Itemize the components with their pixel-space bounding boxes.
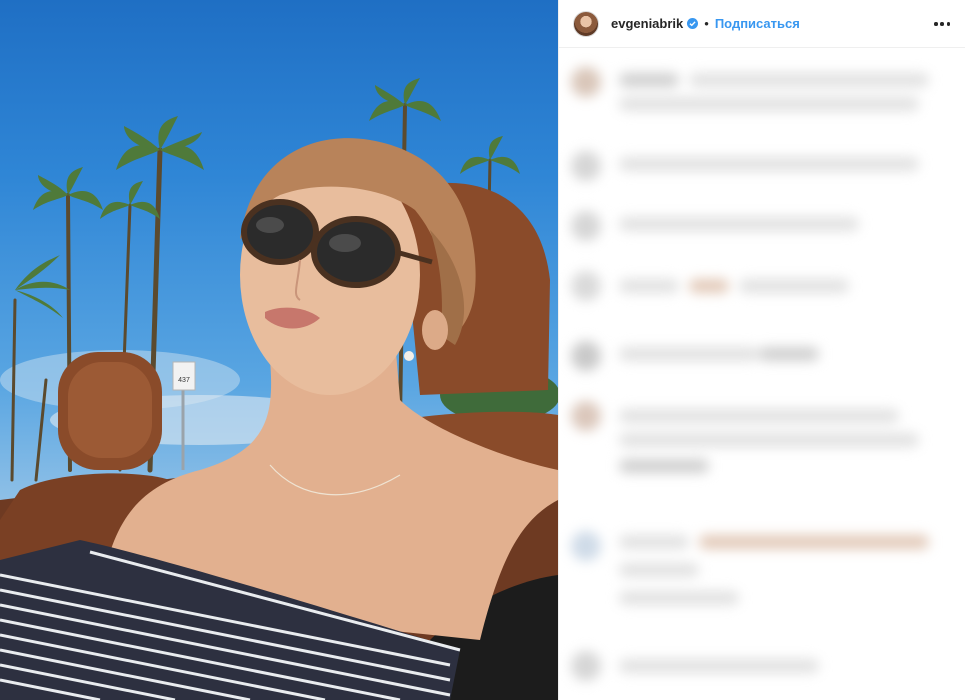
comment-item bbox=[559, 149, 965, 189]
comment-item bbox=[559, 209, 965, 249]
comment-item bbox=[559, 339, 965, 379]
post-header: evgeniabrik • Подписаться bbox=[559, 0, 965, 48]
follow-button[interactable]: Подписаться bbox=[715, 16, 800, 31]
comments-list bbox=[559, 49, 965, 700]
more-options-icon[interactable] bbox=[934, 16, 950, 32]
avatar[interactable] bbox=[573, 10, 599, 37]
comment-item bbox=[559, 649, 965, 700]
comment-item bbox=[559, 269, 965, 309]
comment-item bbox=[559, 529, 965, 629]
username-link[interactable]: evgeniabrik bbox=[611, 16, 683, 31]
street-sign-number: 437 bbox=[178, 377, 190, 384]
separator-dot: • bbox=[704, 16, 709, 31]
post-photo-illustration: 437 bbox=[0, 78, 558, 700]
comment-item bbox=[559, 399, 965, 489]
post-sidebar: evgeniabrik • Подписаться bbox=[558, 0, 965, 700]
comment-item bbox=[559, 63, 965, 123]
verified-badge-icon bbox=[687, 18, 699, 29]
post-photo: 437 bbox=[0, 0, 558, 700]
